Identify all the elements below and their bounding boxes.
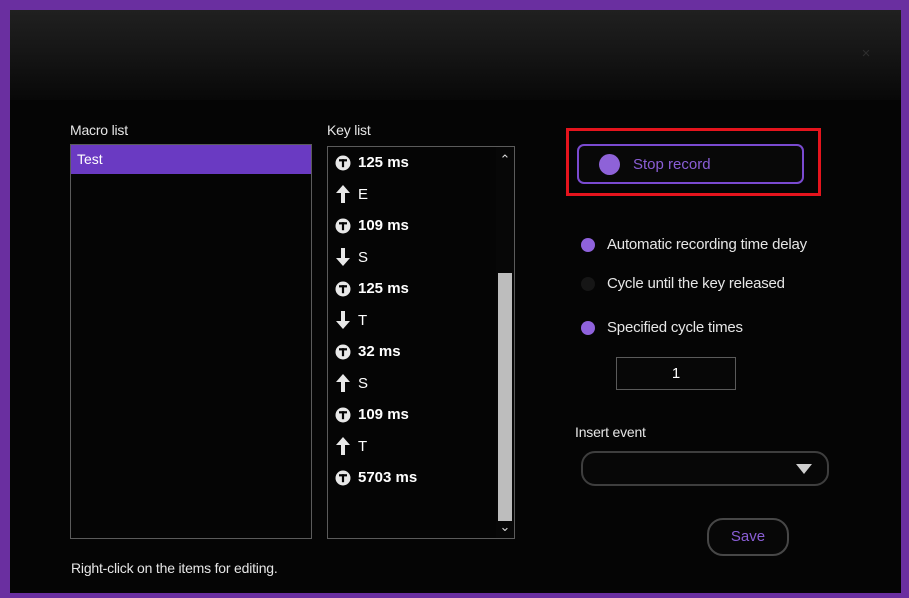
clock-icon [334,407,352,423]
macro-list[interactable]: Test [70,144,312,539]
key-list-item-text: 109 ms [358,217,409,235]
key-list-item-text: 125 ms [358,280,409,298]
key-list-item[interactable]: 109 ms [328,210,494,242]
key-list-item-text: S [358,374,369,392]
arrow-up-icon [334,437,352,456]
key-list-item-text: 5703 ms [358,469,418,487]
scroll-up-icon[interactable]: ⌃ [496,151,514,169]
key-list-item-text: E [358,185,369,203]
clock-icon [334,281,352,297]
title-bar [10,10,901,100]
macro-editor-window: × Macro list Test Key list 125 ms E 109 ms… [10,10,901,593]
option-automatic-delay-label: Automatic recording time delay [607,236,807,253]
option-specified-cycle-times-label: Specified cycle times [607,319,743,336]
chevron-down-icon[interactable] [795,462,813,480]
key-list-item[interactable]: 125 ms [328,273,494,305]
close-icon[interactable]: × [858,46,874,62]
stop-record-label: Stop record [633,155,711,173]
key-list-item[interactable]: T [328,305,494,337]
arrow-up-icon [334,374,352,393]
clock-icon [334,344,352,360]
radio-cycle-until-released[interactable] [581,276,595,291]
option-cycle-until-released[interactable]: Cycle until the key released [581,275,785,292]
insert-event-select[interactable] [581,451,829,486]
key-list-rows: 125 ms E 109 ms S 125 ms T 32 ms S 109 ms T 5703 m… [328,147,494,494]
option-automatic-delay[interactable]: Automatic recording time delay [581,236,807,253]
key-list-item[interactable]: E [328,179,494,211]
macro-list-item[interactable]: Test [71,145,311,174]
arrow-up-icon [334,185,352,204]
key-list-item[interactable]: T [328,431,494,463]
save-button[interactable]: Save [707,518,789,556]
key-list-item[interactable]: 5703 ms [328,462,494,494]
key-list[interactable]: 125 ms E 109 ms S 125 ms T 32 ms S 109 ms T 5703 m… [327,146,515,539]
option-cycle-until-released-label: Cycle until the key released [607,275,785,292]
key-list-label: Key list [327,122,371,138]
scroll-thumb[interactable] [498,273,512,521]
option-specified-cycle-times[interactable]: Specified cycle times [581,319,743,336]
insert-event-label: Insert event [575,424,646,440]
key-list-item-text: S [358,248,369,266]
radio-specified-cycle-times[interactable] [581,320,595,335]
stop-record-button[interactable]: Stop record [577,144,804,184]
key-list-item-text: 32 ms [358,343,401,361]
key-list-scrollbar[interactable]: ⌃ ⌄ [496,147,514,538]
clock-icon [334,155,352,171]
key-list-item-text: T [358,437,368,455]
key-list-item[interactable]: 32 ms [328,336,494,368]
cycle-times-input[interactable]: 1 [616,357,736,390]
scroll-down-icon[interactable]: ⌄ [496,518,514,536]
editing-hint: Right-click on the items for editing. [71,560,278,576]
record-dot-icon [599,153,620,175]
radio-automatic-delay[interactable] [581,237,595,252]
clock-icon [334,470,352,486]
key-list-item-text: 125 ms [358,154,409,172]
key-list-item-text: T [358,311,368,329]
macro-list-label: Macro list [70,122,128,138]
clock-icon [334,218,352,234]
arrow-down-icon [334,311,352,330]
arrow-down-icon [334,248,352,267]
key-list-item[interactable]: S [328,242,494,274]
key-list-item[interactable]: 125 ms [328,147,494,179]
key-list-item-text: 109 ms [358,406,409,424]
key-list-item[interactable]: S [328,368,494,400]
key-list-item[interactable]: 109 ms [328,399,494,431]
